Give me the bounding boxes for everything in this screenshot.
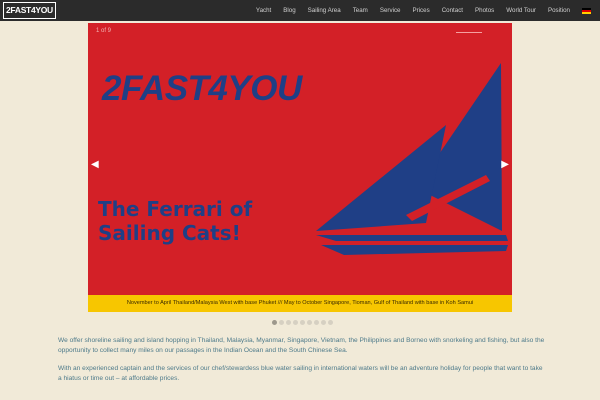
german-flag-icon[interactable] [582, 7, 591, 14]
slide-dot[interactable] [300, 320, 305, 325]
slide-dot[interactable] [328, 320, 333, 325]
slide-caption: November to April Thailand/Malaysia West… [88, 295, 512, 312]
chevron-left-icon[interactable]: ◀ [91, 160, 99, 170]
nav-item-yacht[interactable]: Yacht [256, 7, 271, 14]
slide-dot[interactable] [293, 320, 298, 325]
nav-item-sailing-area[interactable]: Sailing Area [308, 7, 341, 14]
slide-counter: 1 of 9 [96, 28, 112, 34]
nav-item-service[interactable]: Service [380, 7, 401, 14]
tagline-line-1: The Ferrari of [98, 197, 253, 221]
hero-slider: 1 of 9 2FAST4YOU The Ferrari of Sailing … [88, 23, 512, 312]
nav-item-world-tour[interactable]: World Tour [506, 7, 536, 14]
main-menu: Yacht Blog Sailing Area Team Service Pri… [256, 0, 600, 21]
nav-item-team[interactable]: Team [353, 7, 368, 14]
nav-item-prices[interactable]: Prices [412, 7, 429, 14]
nav-item-blog[interactable]: Blog [283, 7, 295, 14]
slide-tagline: The Ferrari of Sailing Cats! [98, 197, 278, 245]
slide-dot[interactable] [307, 320, 312, 325]
tagline-line-2: Sailing Cats! [98, 221, 241, 245]
top-navigation-bar: 2FAST4YOU Yacht Blog Sailing Area Team S… [0, 0, 600, 21]
slide-brand-title: 2FAST4YOU [102, 69, 302, 108]
nav-item-contact[interactable]: Contact [442, 7, 463, 14]
nav-item-position[interactable]: Position [548, 7, 570, 14]
slide-dot[interactable] [279, 320, 284, 325]
slide-pagination [272, 320, 333, 325]
slide-progress-bar [456, 32, 482, 33]
intro-paragraph-1: We offer shoreline sailing and island ho… [58, 337, 545, 354]
chevron-right-icon[interactable]: ▶ [501, 160, 509, 170]
slide-dot[interactable] [272, 320, 277, 325]
intro-paragraph-2: With an experienced captain and the serv… [58, 365, 543, 382]
sailboat-logo-icon [316, 63, 508, 255]
slide-dot[interactable] [314, 320, 319, 325]
nav-item-photos[interactable]: Photos [475, 7, 494, 14]
site-logo[interactable]: 2FAST4YOU [3, 2, 56, 19]
slide-dot[interactable] [286, 320, 291, 325]
slide-dot[interactable] [321, 320, 326, 325]
intro-text: We offer shoreline sailing and island ho… [58, 336, 546, 392]
